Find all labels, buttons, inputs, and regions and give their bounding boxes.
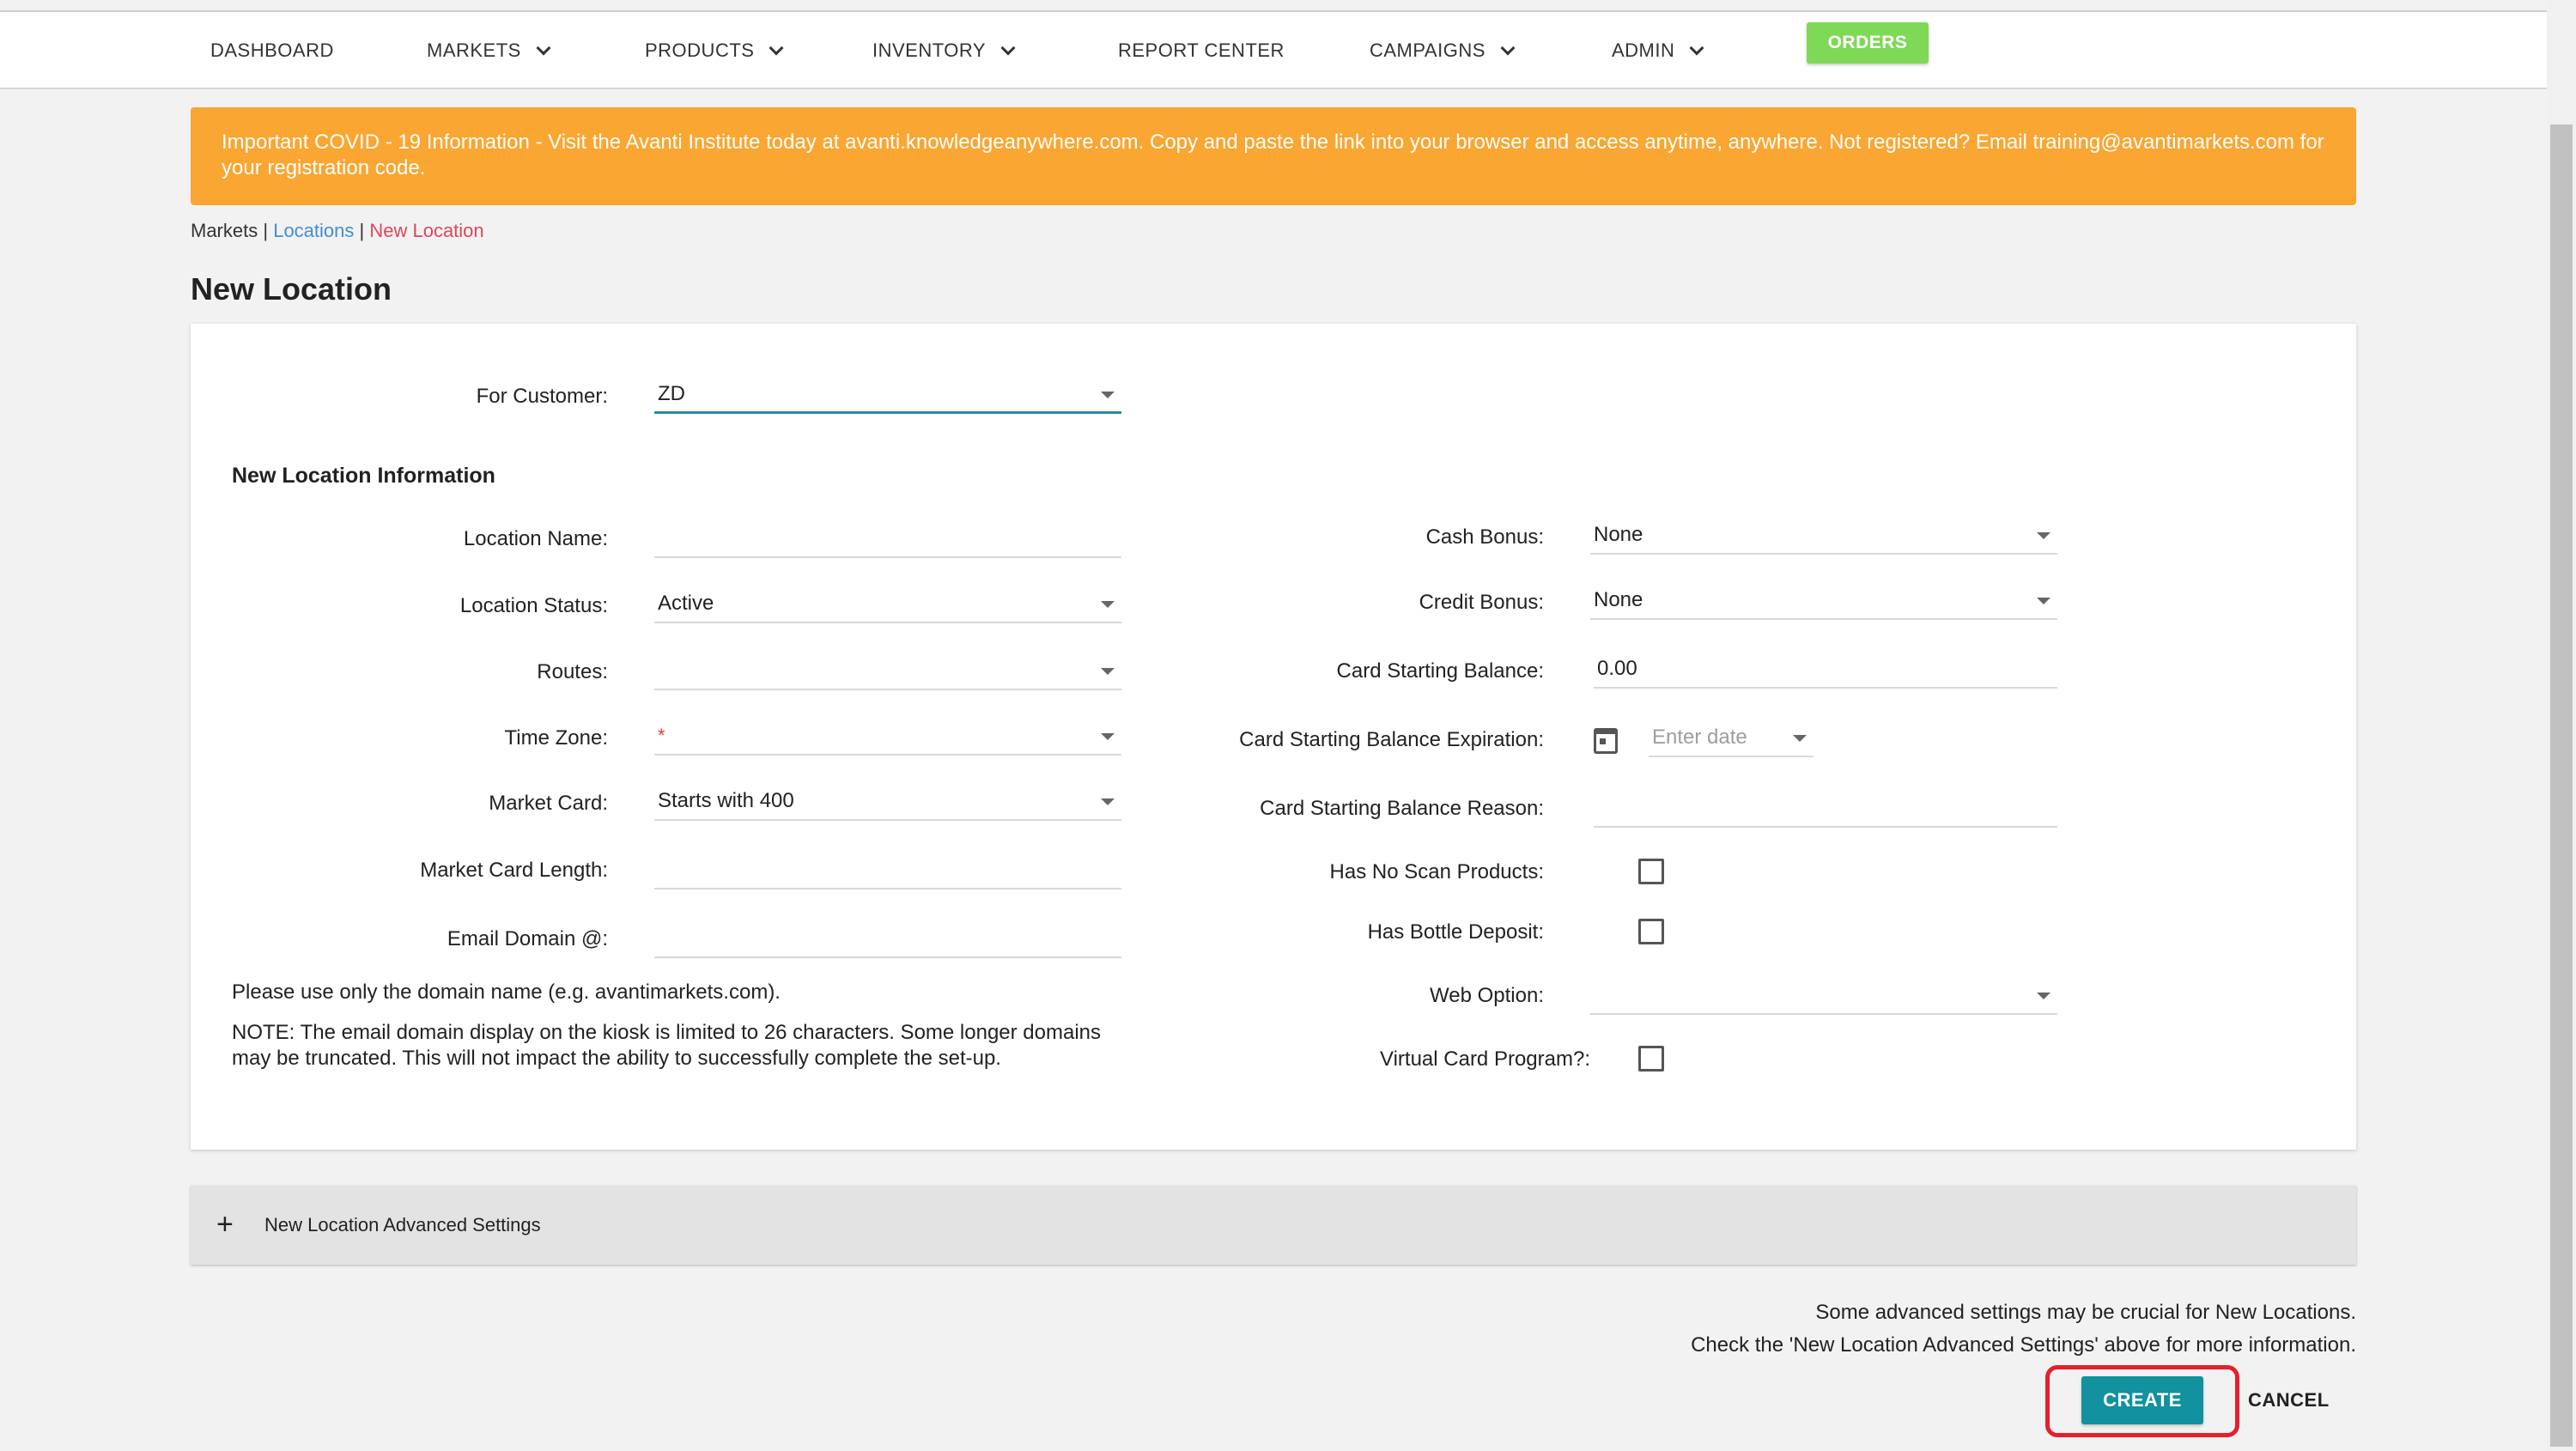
advanced-hint-line-2: Check the 'New Location Advanced Setting… [1691,1333,2356,1357]
market-card-length-label: Market Card Length: [420,859,608,882]
time-zone-select[interactable]: * [654,718,1121,756]
calendar-icon[interactable] [1594,728,1618,754]
email-domain-input[interactable] [654,920,1121,958]
orders-button[interactable]: ORDERS [1807,22,1929,64]
card-expiration-date-input[interactable]: Enter date [1649,719,1814,757]
date-placeholder: Enter date [1652,726,1747,749]
cash-bonus-label: Cash Bonus: [1425,525,1544,549]
nav-admin-label: ADMIN [1612,39,1675,61]
web-option-select[interactable] [1590,977,2057,1015]
bottle-deposit-label: Has Bottle Deposit: [1367,920,1544,944]
nav-products-label: PRODUCTS [645,39,755,61]
domain-note: Please use only the domain name (e.g. av… [232,980,781,1004]
location-name-input[interactable] [654,520,1121,558]
caret-down-icon [2037,532,2050,539]
no-scan-checkbox[interactable] [1638,859,1664,884]
plus-icon: + [216,1208,234,1241]
caret-down-icon [1101,668,1115,675]
breadcrumb-separator: | [258,220,274,241]
customer-select[interactable]: ZD [654,376,1121,414]
email-domain-label: Email Domain @: [447,927,608,950]
nav-report-center[interactable]: REPORT CENTER [1118,12,1285,89]
customer-value: ZD [658,381,685,405]
cancel-button[interactable]: CANCEL [2248,1376,2330,1424]
kiosk-note-line-2: may be truncated. This will not impact t… [232,1047,1001,1070]
market-card-value: Starts with 400 [658,789,794,812]
nav-campaigns-label: CAMPAIGNS [1370,39,1485,61]
caret-down-icon [1101,601,1115,608]
credit-bonus-select[interactable]: None [1590,582,2057,620]
routes-select[interactable] [654,653,1121,690]
customer-label: For Customer: [476,385,608,408]
card-reason-label: Card Starting Balance Reason: [1260,797,1544,820]
location-status-select[interactable]: Active [654,586,1121,623]
caret-down-icon [1101,798,1115,805]
market-card-select[interactable]: Starts with 400 [654,783,1121,821]
caret-down-icon [2037,993,2050,999]
nav-inventory-label: INVENTORY [872,39,987,61]
web-option-label: Web Option: [1430,984,1544,1007]
caret-down-icon [2037,598,2050,604]
breadcrumb-markets: Markets [191,220,258,241]
nav-inventory[interactable]: INVENTORY [872,12,1016,89]
credit-bonus-value: None [1594,588,1643,611]
card-balance-label: Card Starting Balance: [1336,659,1544,683]
chevron-down-icon [1000,40,1016,56]
chevron-down-icon [769,40,784,56]
virtual-card-label: Virtual Card Program?: [1380,1047,1590,1071]
covid-info-banner: Important COVID - 19 Information - Visit… [191,107,2356,205]
caret-down-icon [1793,735,1807,742]
breadcrumb-separator: | [354,220,370,241]
cash-bonus-value: None [1594,523,1643,546]
page-title: New Location [191,271,392,307]
nav-markets[interactable]: MARKETS [427,12,551,89]
required-marker: * [658,725,665,746]
section-title: New Location Information [232,464,495,488]
no-scan-label: Has No Scan Products: [1329,860,1544,883]
chevron-down-icon [536,40,551,56]
nav-products[interactable]: PRODUCTS [645,12,784,89]
banner-text: Important COVID - 19 Information - Visit… [222,131,2324,179]
nav-markets-label: MARKETS [427,39,521,61]
market-card-length-input[interactable] [654,852,1121,889]
kiosk-note-line-1: NOTE: The email domain display on the ki… [232,1021,1102,1044]
advanced-hint-line-1: Some advanced settings may be crucial fo… [1815,1301,2356,1324]
virtual-card-checkbox[interactable] [1638,1046,1664,1072]
caret-down-icon [1101,733,1115,740]
market-card-label: Market Card: [489,792,608,815]
time-zone-label: Time Zone: [504,726,608,750]
advanced-settings-accordion[interactable]: + New Location Advanced Settings [191,1186,2356,1265]
create-button[interactable]: CREATE [2081,1376,2203,1424]
scrollbar-thumb[interactable] [2550,124,2573,1447]
chevron-down-icon [1500,40,1516,56]
card-balance-value: 0.00 [1597,657,1637,680]
location-status-value: Active [658,592,714,615]
nav-campaigns[interactable]: CAMPAIGNS [1370,12,1516,89]
routes-label: Routes: [537,660,608,683]
bottle-deposit-checkbox[interactable] [1638,919,1664,944]
card-balance-input[interactable]: 0.00 [1594,651,2057,689]
breadcrumb: Markets | Locations | New Location [191,220,484,242]
card-reason-input[interactable] [1594,790,2057,828]
nav-dashboard[interactable]: DASHBOARD [210,12,334,89]
credit-bonus-label: Credit Bonus: [1419,591,1544,614]
breadcrumb-current: New Location [369,220,484,241]
location-name-label: Location Name: [463,527,608,550]
breadcrumb-locations-link[interactable]: Locations [273,220,354,241]
nav-report-center-label: REPORT CENTER [1118,39,1285,61]
card-expiration-label: Card Starting Balance Expiration: [1239,728,1544,751]
chevron-down-icon [1689,40,1704,56]
location-status-label: Location Status: [459,594,608,617]
cash-bonus-select[interactable]: None [1590,517,2057,555]
advanced-settings-label: New Location Advanced Settings [264,1214,541,1235]
nav-dashboard-label: DASHBOARD [210,39,334,61]
caret-down-icon [1101,392,1115,398]
top-nav: DASHBOARD MARKETS PRODUCTS INVENTORY REP… [0,10,2547,89]
nav-admin[interactable]: ADMIN [1612,12,1704,89]
